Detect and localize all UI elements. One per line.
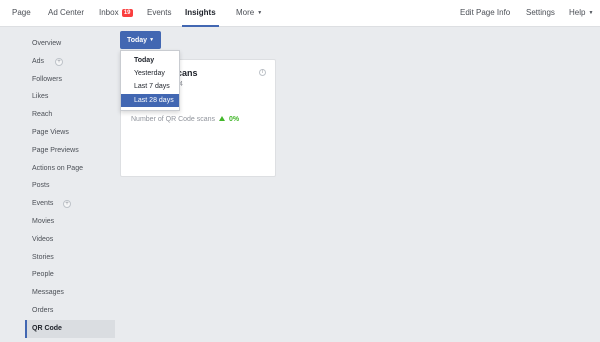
nav-ad-center-label: Ad Center xyxy=(48,8,85,17)
sidebar-item-label: People xyxy=(32,271,54,279)
inbox-count-badge: 19 xyxy=(121,9,133,17)
date-option-last-7-days[interactable]: Last 7 days xyxy=(121,80,179,93)
sidebar-item-label: QR Code xyxy=(32,324,62,332)
sidebar-item-label: Videos xyxy=(32,235,54,243)
sidebar-item-likes[interactable]: Likes xyxy=(25,88,115,106)
sidebar-item-label: Overview xyxy=(32,40,62,47)
active-tab-underline xyxy=(182,25,219,27)
date-range-dropdown: Today Yesterday Last 7 days Last 28 days xyxy=(120,50,180,111)
date-option-last-28-days[interactable]: Last 28 days xyxy=(121,93,179,107)
sidebar-item-followers[interactable]: Followers xyxy=(25,71,115,89)
nav-insights[interactable]: Insights xyxy=(182,0,219,27)
nav-more-label: More xyxy=(236,8,255,17)
top-nav: Page Ad Center Inbox 19 Events Insights … xyxy=(0,0,600,27)
nav-help-label: Help xyxy=(569,8,586,17)
date-option-yesterday[interactable]: Yesterday xyxy=(121,67,179,80)
up-arrow-icon xyxy=(219,116,225,121)
metric-change: 0% xyxy=(228,116,240,123)
sidebar-item-label: Ads xyxy=(32,57,45,65)
plus-icon[interactable]: + xyxy=(55,57,63,66)
info-icon[interactable]: i xyxy=(259,69,266,76)
metric-label: Number of QR Code scans xyxy=(131,116,216,123)
caret-down-icon: ▼ xyxy=(257,10,263,16)
caret-down-icon: ▼ xyxy=(149,37,155,43)
sidebar-item-actions-on-page[interactable]: Actions on Page xyxy=(25,160,115,178)
sidebar-item-people[interactable]: People xyxy=(25,266,115,284)
nav-events-label: Events xyxy=(147,8,172,17)
nav-insights-label: Insights xyxy=(185,8,216,17)
sidebar-item-stories[interactable]: Stories xyxy=(25,249,115,267)
sidebar-item-videos[interactable]: Videos xyxy=(25,231,115,249)
sidebar-item-label: Followers xyxy=(32,75,62,83)
nav-events[interactable]: Events xyxy=(147,0,171,26)
sidebar-item-label: Posts xyxy=(32,182,50,190)
sidebar-item-label: Messages xyxy=(32,289,64,297)
nav-help[interactable]: Help ▼ xyxy=(569,0,593,26)
sidebar-item-label: Movies xyxy=(32,217,55,225)
sidebar-item-orders[interactable]: Orders xyxy=(25,302,115,320)
sidebar-item-page-views[interactable]: Page Views xyxy=(25,124,115,142)
sidebar-item-messages[interactable]: Messages xyxy=(25,284,115,302)
date-range-label: Today xyxy=(126,37,148,44)
card-title: cans xyxy=(177,68,198,78)
nav-settings[interactable]: Settings xyxy=(526,0,555,26)
nav-inbox[interactable]: Inbox 19 xyxy=(99,0,133,26)
date-option-today[interactable]: Today xyxy=(121,54,179,67)
sidebar-item-label: Page Previews xyxy=(32,146,79,154)
sidebar-item-label: Page Views xyxy=(32,128,69,136)
sidebar-item-label: Reach xyxy=(32,111,53,119)
insights-sidebar: Overview Ads + Followers Likes Reach Pag… xyxy=(25,35,115,338)
sidebar-item-qr-code[interactable]: QR Code xyxy=(25,319,115,338)
nav-ad-center[interactable]: Ad Center xyxy=(48,0,84,26)
plus-icon[interactable]: + xyxy=(63,200,71,209)
nav-edit-page-info[interactable]: Edit Page Info xyxy=(460,0,510,26)
sidebar-item-label: Orders xyxy=(32,306,54,314)
sidebar-item-overview[interactable]: Overview xyxy=(25,35,115,53)
sidebar-item-posts[interactable]: Posts xyxy=(25,177,115,195)
sidebar-item-page-previews[interactable]: Page Previews xyxy=(25,142,115,160)
metric-row: Number of QR Code scans 0% xyxy=(131,116,239,123)
date-range-button[interactable]: Today ▼ xyxy=(120,31,161,49)
nav-more[interactable]: More ▼ xyxy=(236,0,262,26)
sidebar-item-label: Events xyxy=(32,200,54,208)
sidebar-item-label: Likes xyxy=(32,93,49,101)
nav-edit-page-info-label: Edit Page Info xyxy=(460,8,511,17)
caret-down-icon: ▼ xyxy=(588,10,594,16)
nav-page-label: Page xyxy=(12,8,31,17)
sidebar-item-ads[interactable]: Ads + xyxy=(25,53,115,71)
nav-settings-label: Settings xyxy=(526,8,555,17)
sidebar-item-reach[interactable]: Reach xyxy=(25,106,115,124)
nav-inbox-label: Inbox xyxy=(99,8,119,17)
sidebar-item-movies[interactable]: Movies xyxy=(25,213,115,231)
sidebar-item-label: Stories xyxy=(32,253,54,261)
sidebar-item-label: Actions on Page xyxy=(32,164,83,172)
nav-page[interactable]: Page xyxy=(12,0,31,26)
sidebar-item-events[interactable]: Events + xyxy=(25,195,115,213)
